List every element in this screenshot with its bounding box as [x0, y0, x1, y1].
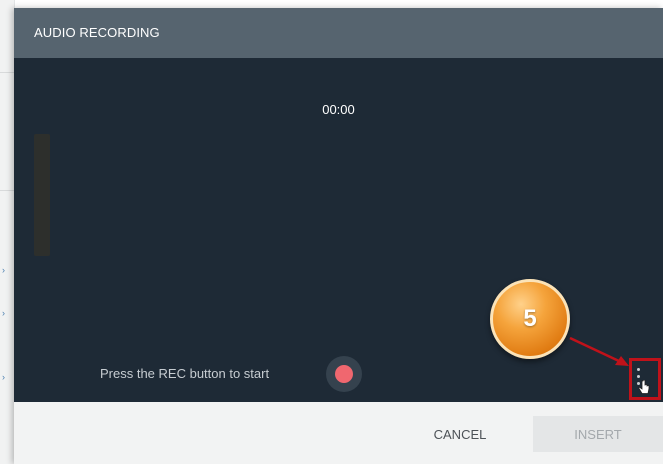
step-number: 5	[523, 305, 537, 332]
recording-timer: 00:00	[322, 102, 355, 117]
background-sidebar: › › ›	[0, 0, 15, 464]
record-button[interactable]	[326, 356, 362, 392]
divider	[0, 190, 14, 191]
background-link-fragment: ›	[2, 372, 5, 382]
background-link-fragment: ›	[2, 265, 5, 275]
background-link-fragment: ›	[2, 308, 5, 318]
record-dot-icon	[335, 365, 353, 383]
callout-arrow-icon	[569, 336, 629, 366]
dialog-header: AUDIO RECORDING	[14, 8, 663, 58]
audio-level-meter	[34, 134, 50, 256]
audio-recording-dialog: AUDIO RECORDING 00:00 Press the REC butt…	[14, 8, 663, 464]
cancel-button[interactable]: CANCEL	[410, 416, 510, 452]
divider	[0, 72, 14, 73]
highlight-box	[629, 358, 661, 400]
dialog-footer: CANCEL INSERT	[14, 402, 663, 464]
dialog-title: AUDIO RECORDING	[34, 25, 160, 40]
record-hint-text: Press the REC button to start	[100, 366, 270, 381]
insert-button[interactable]: INSERT	[533, 416, 663, 452]
step-callout-badge: 5	[490, 279, 570, 359]
